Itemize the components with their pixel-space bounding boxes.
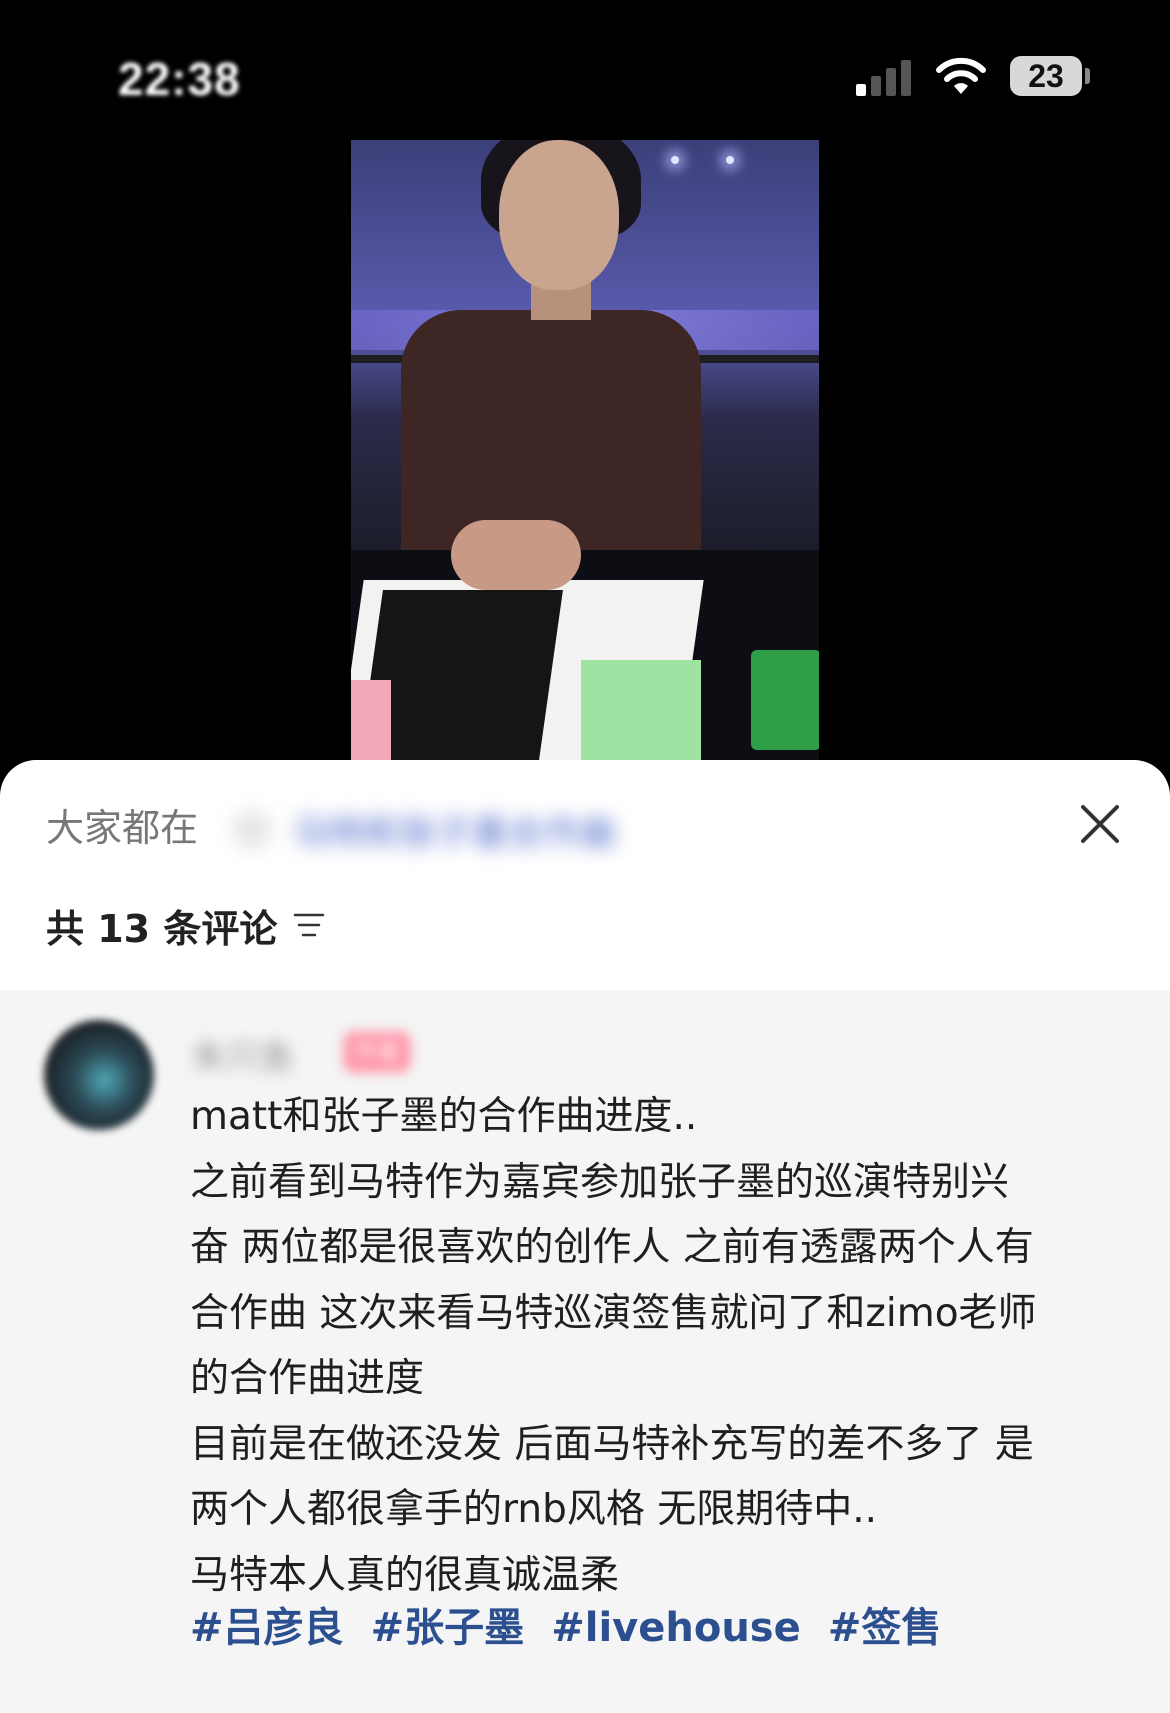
poster-green-block — [581, 660, 701, 760]
stage-light — [671, 156, 679, 164]
suggestion-query[interactable]: 马特和张子墨合作曲 — [232, 804, 752, 856]
comment-count-row: 共 13 条评论 — [46, 900, 325, 951]
hashtag-link[interactable]: #吕彦良 — [190, 1605, 344, 1651]
comment-count: 共 13 条评论 — [46, 906, 278, 951]
search-icon — [232, 810, 272, 850]
hashtag-row: #吕彦良 #张子墨 #livehouse #签售 — [190, 1600, 963, 1656]
hashtag-link[interactable]: #签售 — [828, 1605, 942, 1651]
comment-line: 合作曲 这次来看马特巡演签售就问了和zimo老师 — [190, 1290, 1037, 1336]
comment-panel: 大家都在 马特和张子墨合作曲 共 13 条评论 朱只鱼 作者 matt和张子墨的… — [0, 760, 1170, 1713]
comment-line: 的合作曲进度 — [190, 1356, 425, 1401]
comment-line: 目前是在做还没发 后面马特补充写的差不多了 是 — [190, 1421, 1034, 1467]
hashtag-link[interactable]: #livehouse — [551, 1605, 801, 1651]
snack-bag — [751, 650, 819, 750]
comment-line: 奋 两位都是很喜欢的创作人 之前有透露两个人有 — [190, 1225, 1034, 1270]
close-icon[interactable] — [1078, 802, 1122, 846]
search-suggestion[interactable]: 大家都在 马特和张子墨合作曲 — [46, 800, 616, 860]
sort-icon[interactable] — [293, 911, 325, 939]
battery-icon: 23 — [1010, 56, 1082, 96]
comment-line: 之前看到马特作为嘉宾参加张子墨的巡演特别兴 — [190, 1159, 1010, 1205]
person-face — [499, 140, 619, 290]
status-bar: 22:38 23 — [0, 0, 1170, 140]
video-player[interactable] — [351, 140, 819, 760]
battery-nub — [1085, 68, 1090, 84]
avatar[interactable] — [44, 1020, 154, 1130]
cellular-signal-icon — [856, 58, 916, 96]
comment-text: matt和张子墨的合作曲进度.. 之前看到马特作为嘉宾参加张子墨的巡演特别兴 奋… — [190, 1084, 1130, 1608]
comment-item: 朱只鱼 作者 matt和张子墨的合作曲进度.. 之前看到马特作为嘉宾参加张子墨的… — [0, 990, 1170, 1713]
person-hand — [451, 520, 581, 590]
poster-pink-block — [351, 680, 391, 760]
suggestion-label: 大家都在 — [46, 806, 199, 850]
comment-line: 马特本人真的很真诚温柔 — [190, 1552, 620, 1598]
stage-light — [726, 156, 734, 164]
comment-line: 两个人都很拿手的rnb风格 无限期待中.. — [190, 1487, 878, 1532]
wifi-icon — [936, 57, 986, 94]
comment-line: matt和张子墨的合作曲进度.. — [190, 1094, 698, 1139]
hashtag-link[interactable]: #张子墨 — [371, 1605, 525, 1651]
author-badge: 作者 — [344, 1032, 410, 1072]
comment-username[interactable]: 朱只鱼 — [192, 1030, 294, 1079]
status-time: 22:38 — [118, 53, 241, 105]
